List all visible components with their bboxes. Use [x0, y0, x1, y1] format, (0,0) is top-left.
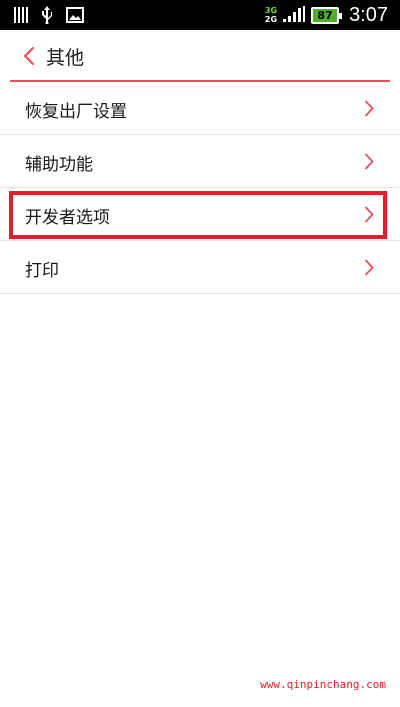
- status-time: 3:07: [349, 3, 388, 26]
- menu-item-accessibility[interactable]: 辅助功能: [0, 135, 400, 188]
- menu-item-print[interactable]: 打印: [0, 241, 400, 294]
- status-bar-notifications: [14, 6, 84, 24]
- page-header: 其他: [0, 30, 400, 82]
- network-3g-label: 3G: [264, 6, 278, 15]
- chevron-right-icon: [365, 153, 374, 170]
- signal-bars-icon: [14, 7, 28, 23]
- watermark: www.qinpinchang.com: [260, 678, 386, 691]
- menu-item-label: 恢复出厂设置: [25, 102, 127, 122]
- status-bar-system: 3G 2G 87 3:07: [265, 3, 388, 27]
- page-title: 其他: [46, 47, 85, 69]
- settings-list: 恢复出厂设置 辅助功能 开发者选项 打印: [0, 82, 400, 294]
- network-type: 3G 2G: [265, 6, 277, 24]
- menu-item-label: 打印: [25, 261, 59, 281]
- menu-item-label: 辅助功能: [25, 155, 93, 175]
- image-notification-icon: [66, 7, 84, 23]
- battery-level: 87: [317, 8, 333, 22]
- menu-item-factory-reset[interactable]: 恢复出厂设置: [0, 82, 400, 135]
- highlight-annotation-box: [9, 191, 387, 239]
- chevron-right-icon: [365, 259, 374, 276]
- usb-icon: [42, 6, 52, 24]
- battery-icon: 87: [311, 6, 343, 24]
- back-chevron-icon[interactable]: [22, 46, 36, 66]
- network-2g-label: 2G: [264, 15, 278, 24]
- cell-signal-icon: [283, 6, 306, 22]
- chevron-right-icon: [365, 100, 374, 117]
- status-bar: 3G 2G 87 3:07: [0, 0, 400, 30]
